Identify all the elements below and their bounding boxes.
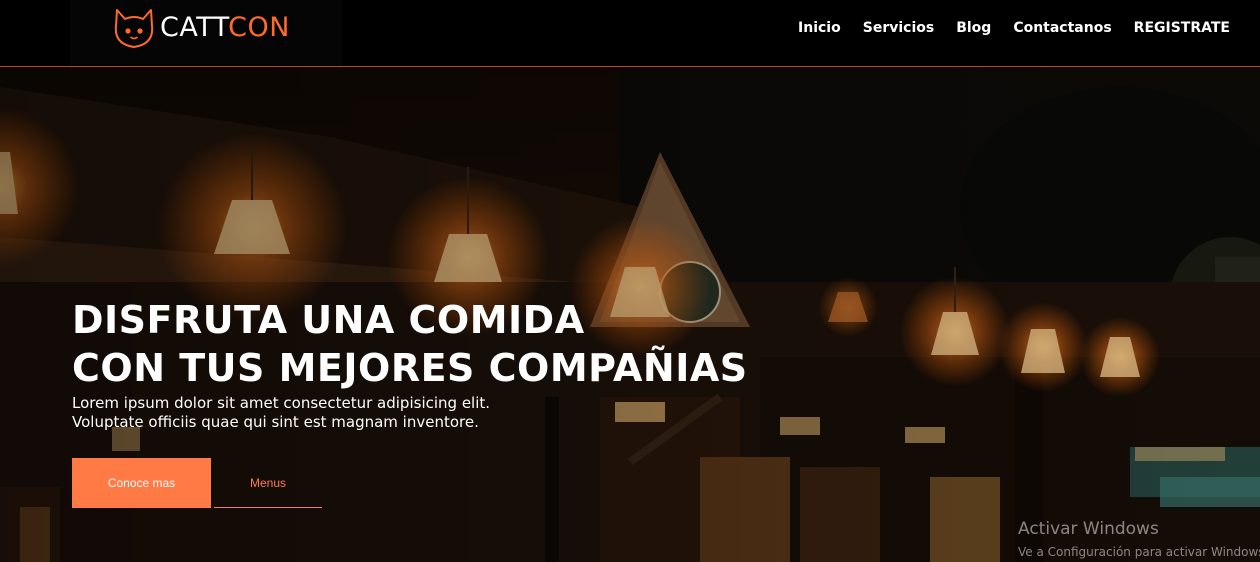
main-nav: Inicio Servicios Blog Contactanos REGIST…	[776, 19, 1230, 37]
hero-subtitle: Lorem ipsum dolor sit amet consectetur a…	[72, 394, 490, 432]
nav-registrate[interactable]: REGISTRATE	[1134, 19, 1230, 37]
brand-name-part2: CON	[228, 11, 290, 43]
hero-subtitle-line2: Voluptate officiis quae qui sint est mag…	[72, 413, 479, 431]
watermark-title: Activar Windows	[1018, 519, 1159, 539]
nav-contactanos[interactable]: Contactanos	[1013, 19, 1111, 37]
cat-face-icon	[114, 9, 154, 48]
windows-activation-watermark: Activar Windows Ve a Configuración para …	[1018, 518, 1260, 562]
hero-title-line1: DISFRUTA UNA COMIDA	[72, 298, 585, 342]
top-navbar: CATTCON Inicio Servicios Blog Contactano…	[0, 0, 1260, 67]
hero-subtitle-line1: Lorem ipsum dolor sit amet consectetur a…	[72, 394, 491, 412]
hero-title: DISFRUTA UNA COMIDA CON TUS MEJORES COMP…	[72, 296, 748, 392]
hero-title-line2: CON TUS MEJORES COMPAÑIAS	[72, 346, 748, 390]
brand-name: CATTCON	[160, 14, 290, 41]
brand-logo[interactable]: CATTCON	[112, 4, 290, 50]
nav-blog[interactable]: Blog	[956, 19, 991, 37]
landing-page: CATTCON Inicio Servicios Blog Contactano…	[0, 0, 1260, 562]
brand-name-part1: CATT	[160, 11, 229, 43]
watermark-subtitle: Ve a Configuración para activar Windows.	[1018, 545, 1260, 559]
conoce-mas-button[interactable]: Conoce mas	[72, 458, 211, 508]
menus-button[interactable]: Menus	[214, 458, 322, 508]
nav-servicios[interactable]: Servicios	[863, 19, 934, 37]
nav-inicio[interactable]: Inicio	[798, 19, 841, 37]
